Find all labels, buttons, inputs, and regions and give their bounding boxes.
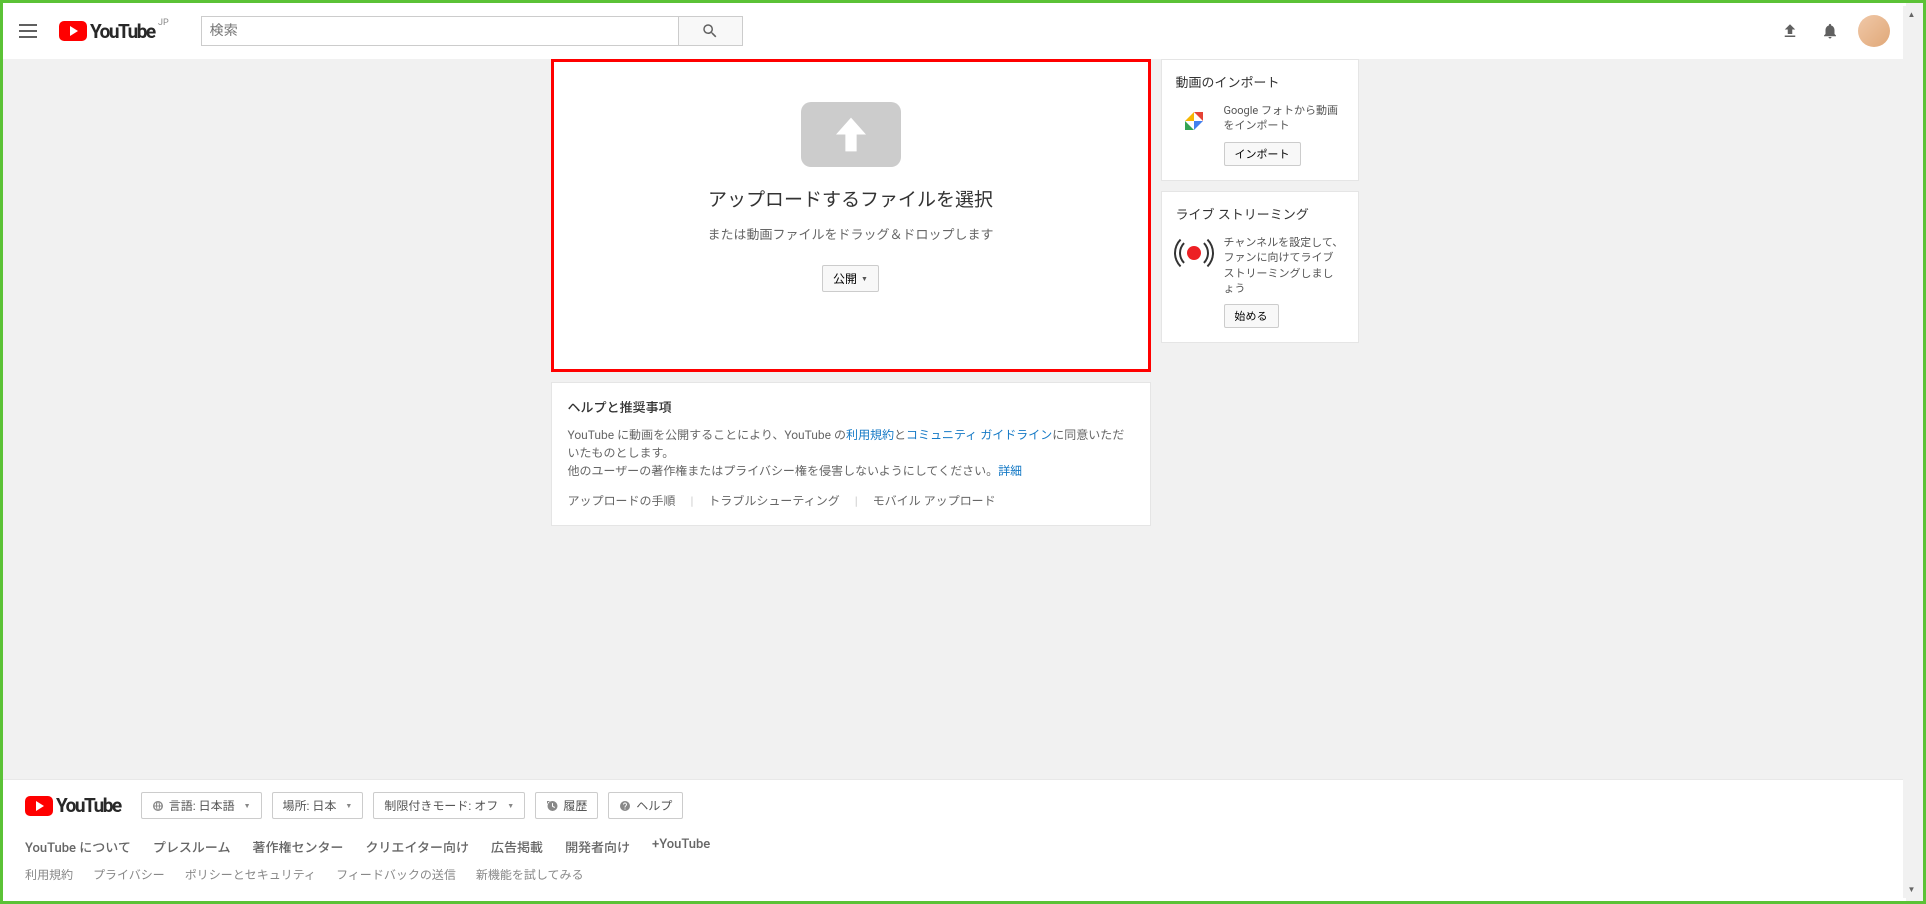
upload-subtitle: または動画ファイルをドラッグ＆ドロップします [707, 224, 993, 243]
menu-icon[interactable] [19, 19, 43, 43]
google-photos-icon [1176, 103, 1212, 139]
live-card: ライブ ストリーミング チャンネルを設定して、ファンに向けてライブ ストリーミン… [1161, 191, 1359, 344]
import-title: 動画のインポート [1176, 72, 1344, 91]
press-link[interactable]: プレスルーム [153, 837, 231, 856]
mobile-upload-link[interactable]: モバイル アップロード [873, 494, 996, 508]
live-stream-icon [1176, 235, 1212, 271]
scroll-down-icon[interactable]: ▼ [1903, 881, 1920, 898]
scrollbar[interactable]: ▲ ▼ [1903, 6, 1920, 898]
restricted-mode-button[interactable]: 制限付きモード: オフ [373, 792, 525, 819]
help-title: ヘルプと推奨事項 [568, 397, 1134, 416]
search-button[interactable] [679, 16, 743, 46]
bell-icon [1821, 22, 1839, 40]
footer-logo[interactable]: YouTube [25, 794, 121, 817]
privacy-select[interactable]: 公開 [822, 265, 879, 292]
main-content: アップロードするファイルを選択 または動画ファイルをドラッグ＆ドロップします 公… [3, 59, 1906, 779]
help-icon [619, 800, 631, 812]
help-button[interactable]: ヘルプ [608, 792, 683, 819]
logo-text: YouTube [90, 20, 155, 43]
footer-primary-links: YouTube について プレスルーム 著作権センター クリエイター向け 広告掲… [25, 837, 1884, 856]
search-icon [701, 22, 719, 40]
privacy-footer-link[interactable]: プライバシー [93, 866, 165, 883]
upload-nav-button[interactable] [1770, 11, 1810, 51]
plus-youtube-link[interactable]: +YouTube [652, 837, 710, 856]
details-link[interactable]: 詳細 [998, 464, 1022, 478]
play-icon [25, 796, 53, 816]
developers-link[interactable]: 開発者向け [565, 837, 630, 856]
upload-panel[interactable]: アップロードするファイルを選択 または動画ファイルをドラッグ＆ドロップします 公… [551, 59, 1151, 372]
ads-link[interactable]: 広告掲載 [491, 837, 543, 856]
play-icon [59, 21, 87, 41]
creators-link[interactable]: クリエイター向け [366, 837, 469, 856]
live-text: チャンネルを設定して、ファンに向けてライブ ストリーミングしましょう [1224, 235, 1344, 297]
troubleshoot-link[interactable]: トラブルシューティング [708, 494, 839, 508]
history-icon [546, 800, 558, 812]
language-button[interactable]: 言語: 日本語 [141, 792, 262, 819]
terms-footer-link[interactable]: 利用規約 [25, 866, 73, 883]
help-text: YouTube に動画を公開することにより、YouTube の利用規約とコミュニ… [568, 426, 1134, 480]
import-text: Google フォトから動画をインポート [1224, 103, 1344, 134]
upload-title: アップロードするファイルを選択 [708, 185, 993, 212]
help-panel: ヘルプと推奨事項 YouTube に動画を公開することにより、YouTube の… [551, 382, 1151, 526]
upload-icon [1781, 22, 1799, 40]
feedback-link[interactable]: フィードバックの送信 [336, 866, 456, 883]
live-title: ライブ ストリーミング [1176, 204, 1344, 223]
globe-icon [152, 800, 164, 812]
header: YouTube JP [3, 3, 1906, 59]
privacy-label: 公開 [833, 270, 857, 287]
import-card: 動画のインポート Google フォトから動画をインポート [1161, 59, 1359, 181]
youtube-logo[interactable]: YouTube JP [59, 20, 155, 43]
footer: YouTube 言語: 日本語 場所: 日本 制限付きモード: オフ 履歴 ヘル… [3, 779, 1906, 901]
import-button[interactable]: インポート [1224, 142, 1301, 166]
footer-secondary-links: 利用規約 プライバシー ポリシーとセキュリティ フィードバックの送信 新機能を試… [25, 866, 1884, 883]
upload-steps-link[interactable]: アップロードの手順 [568, 494, 676, 508]
arrow-up-icon [826, 112, 876, 157]
footer-logo-text: YouTube [56, 794, 121, 817]
about-link[interactable]: YouTube について [25, 837, 131, 856]
policy-link[interactable]: ポリシーとセキュリティ [185, 866, 316, 883]
history-button[interactable]: 履歴 [535, 792, 598, 819]
location-button[interactable]: 場所: 日本 [272, 792, 364, 819]
live-start-button[interactable]: 始める [1224, 304, 1279, 328]
help-links: アップロードの手順 | トラブルシューティング | モバイル アップロード [568, 492, 1134, 509]
scroll-up-icon[interactable]: ▲ [1903, 6, 1920, 23]
search-input[interactable] [201, 16, 679, 46]
new-features-link[interactable]: 新機能を試してみる [476, 866, 584, 883]
terms-link[interactable]: 利用規約 [846, 428, 894, 442]
copyright-link[interactable]: 著作権センター [253, 837, 344, 856]
avatar[interactable] [1858, 15, 1890, 47]
logo-region: JP [158, 18, 169, 28]
guidelines-link[interactable]: コミュニティ ガイドライン [906, 428, 1052, 442]
notifications-button[interactable] [1810, 11, 1850, 51]
search-form [201, 16, 743, 46]
upload-drop-icon[interactable] [801, 102, 901, 167]
